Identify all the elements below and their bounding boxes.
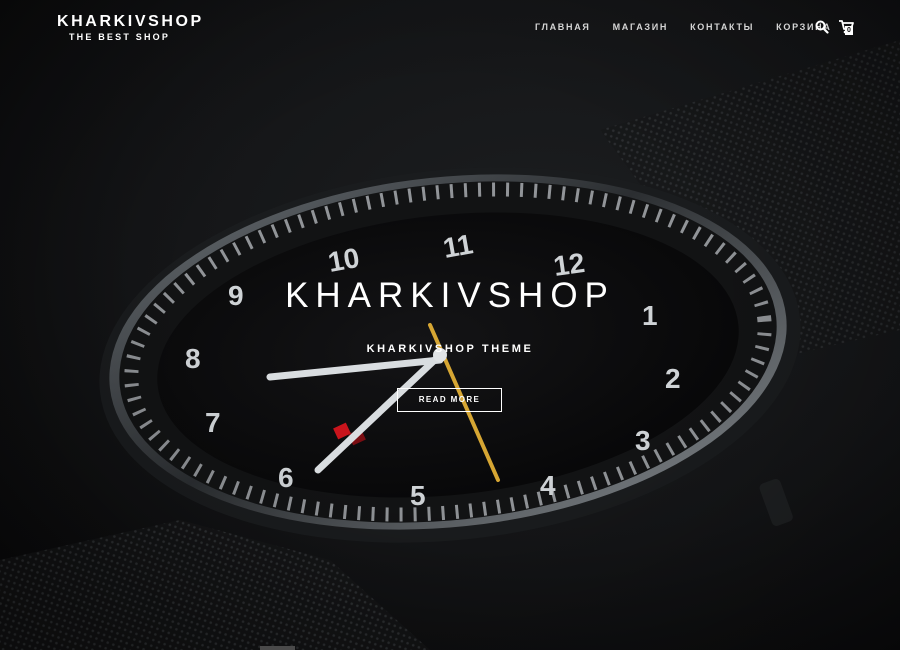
nav-item-shop[interactable]: МАГАЗИН [613,22,669,33]
hero-overlay [0,0,900,650]
slider-indicator[interactable] [260,646,295,650]
main-navigation: ГЛАВНАЯ МАГАЗИН КОНТАКТЫ КОРЗИНА [535,22,832,33]
cart-icon[interactable]: 0 [838,18,856,36]
nav-item-home[interactable]: ГЛАВНАЯ [535,22,591,33]
search-icon[interactable] [815,20,829,34]
hero-section: 10 11 12 1 2 3 4 5 6 7 8 9 KHARKIVSHOP K… [0,0,900,650]
nav-item-contacts[interactable]: КОНТАКТЫ [690,22,754,33]
read-more-button[interactable]: READ MORE [397,388,502,412]
cart-count-badge: 0 [845,26,853,35]
site-tagline: THE BEST SHOP [68,32,171,42]
site-title[interactable]: KHARKIVSHOP [57,13,201,31]
hero-subtitle: KHARKIVSHOP THEME [366,343,534,355]
site-header: KHARKIVSHOP THE BEST SHOP ГЛАВНАЯ МАГАЗИ… [0,0,900,60]
site-logo[interactable]: KHARKIVSHOP THE BEST SHOP [57,13,201,43]
hero-title: KHARKIVSHOP [285,276,615,315]
